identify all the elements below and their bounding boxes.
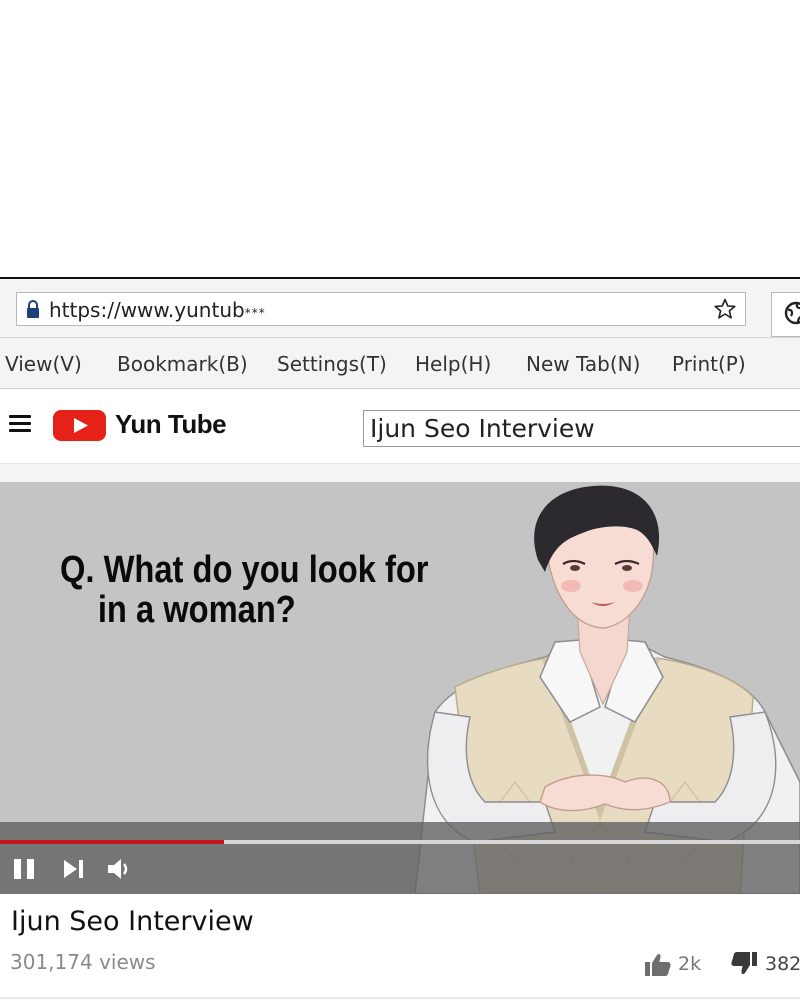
volume-icon[interactable] [106, 856, 132, 882]
progress-fill [0, 840, 224, 844]
address-bar-row: https://www.yuntub*** [0, 279, 800, 338]
star-icon[interactable] [713, 297, 737, 321]
video-info: Ijun Seo Interview 301,174 views 2k 382 [0, 894, 800, 1002]
url-text: https://www.yuntub*** [49, 298, 266, 322]
search-input[interactable] [363, 410, 800, 447]
video-title: Ijun Seo Interview [11, 906, 254, 937]
address-bar[interactable]: https://www.yuntub*** [16, 292, 746, 326]
video-controls [0, 822, 800, 894]
url-ellipsis: *** [244, 306, 266, 320]
blank-panel-area [0, 0, 800, 277]
play-logo-icon[interactable] [53, 410, 106, 441]
question-line-1: Q. What do you look for [60, 549, 429, 591]
site-logo-text[interactable]: Yun Tube [115, 409, 227, 440]
lock-icon [27, 300, 39, 318]
menu-item-bookmark[interactable]: Bookmark(B) [117, 352, 248, 376]
browser-window: https://www.yuntub*** View(V) Bookmark(B… [0, 277, 800, 1002]
view-count: 301,174 views [10, 950, 156, 974]
dislike-count: 382 [765, 953, 800, 975]
menu-item-settings[interactable]: Settings(T) [277, 352, 387, 376]
browser-menu-bar: View(V) Bookmark(B) Settings(T) Help(H) … [0, 338, 800, 389]
progress-bar[interactable] [0, 840, 800, 844]
next-icon[interactable] [63, 859, 85, 879]
divider [0, 997, 800, 999]
menu-item-view[interactable]: View(V) [5, 352, 82, 376]
thumbs-down-icon [731, 952, 757, 975]
menu-item-print[interactable]: Print(P) [672, 352, 746, 376]
browser-extension-button[interactable] [771, 292, 800, 337]
menu-item-help[interactable]: Help(H) [415, 352, 491, 376]
video-player[interactable]: Q. What do you look for in a woman? [0, 482, 800, 894]
pause-icon[interactable] [13, 858, 35, 880]
video-question-text: Q. What do you look for in a woman? [60, 550, 429, 630]
menu-item-new-tab[interactable]: New Tab(N) [526, 352, 640, 376]
hamburger-icon[interactable] [9, 415, 31, 433]
thumbs-up-icon [645, 953, 671, 976]
question-line-2: in a woman? [97, 589, 296, 631]
like-count: 2k [678, 953, 702, 975]
globe-icon [784, 301, 800, 325]
site-header: Yun Tube [0, 389, 800, 464]
